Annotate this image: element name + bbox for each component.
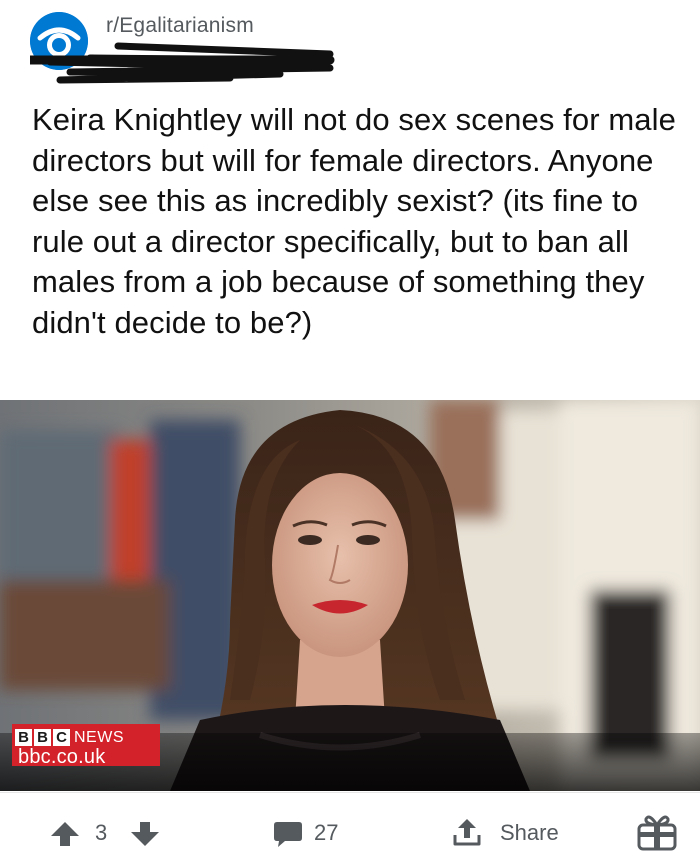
vote-count: 3 (95, 820, 108, 845)
source-domain: bbc.co.uk (18, 746, 106, 768)
post-header: r/Egalitarianism (0, 0, 700, 90)
bbc-block: C (53, 729, 70, 746)
bbc-block: B (34, 729, 51, 746)
arrow-up-icon[interactable] (50, 821, 80, 847)
comment-bubble-icon[interactable] (273, 820, 303, 848)
comment-count[interactable]: 27 (314, 820, 338, 846)
share-icon[interactable] (452, 817, 482, 847)
bbc-news-label: NEWS (74, 729, 124, 746)
bbc-block: B (15, 729, 32, 746)
arrow-down-icon[interactable] (130, 821, 160, 847)
post-action-bar: 3 27 Share (0, 792, 700, 867)
share-button-label[interactable]: Share (500, 820, 559, 846)
gift-icon[interactable] (637, 811, 677, 851)
redaction-scribble (30, 42, 335, 84)
post-title[interactable]: Keira Knightley will not do sex scenes f… (32, 100, 682, 343)
post-image[interactable]: B B C NEWS bbc.co.uk (0, 400, 700, 791)
subreddit-name[interactable]: r/Egalitarianism (106, 14, 254, 38)
